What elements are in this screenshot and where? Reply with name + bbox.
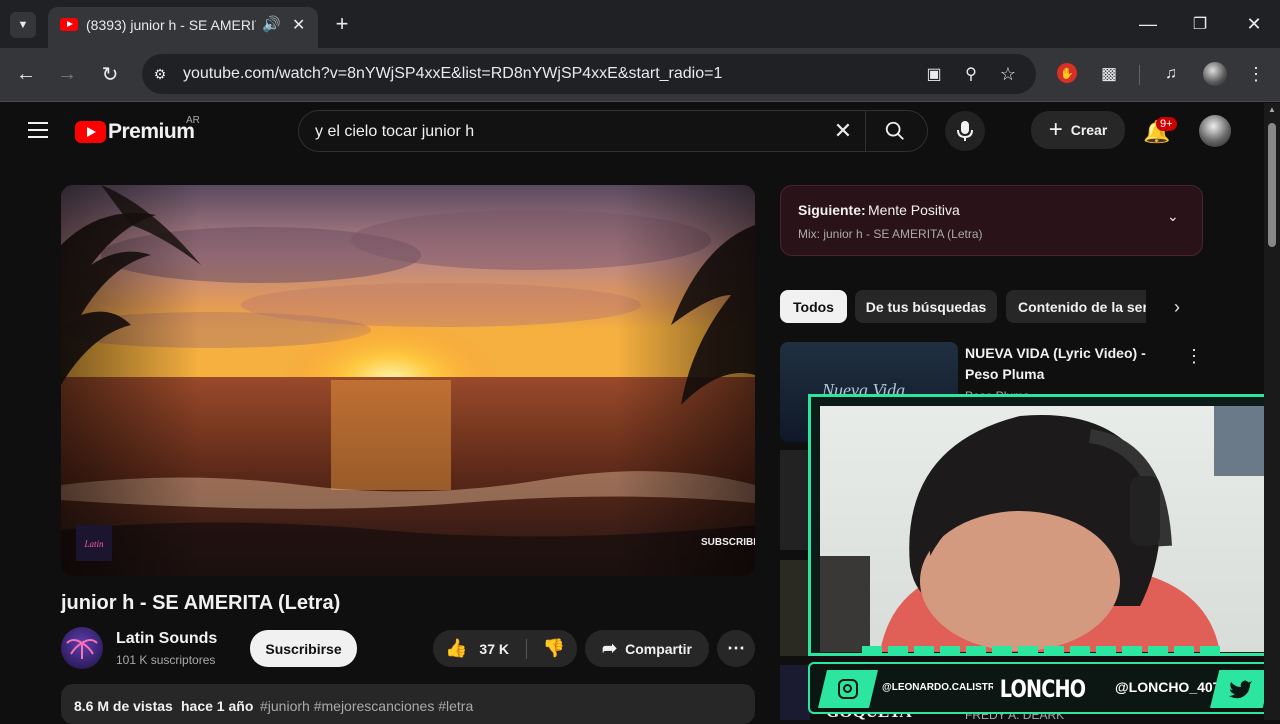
clear-search-icon[interactable]: ✕ xyxy=(831,118,855,143)
zoom-icon[interactable]: ⚲ xyxy=(959,62,983,86)
streamer-name: LONCHO xyxy=(1000,675,1086,703)
new-tab-icon[interactable]: + xyxy=(330,11,354,36)
avatar[interactable] xyxy=(1199,115,1231,147)
youtube-logo-icon xyxy=(75,121,106,143)
page-scrollbar[interactable]: ▲ xyxy=(1264,103,1280,720)
description-box[interactable]: 8.6 M de vistas hace 1 año #juniorh #mej… xyxy=(61,684,755,724)
webcam-feed xyxy=(820,406,1266,652)
more-actions-button[interactable]: ⋯ xyxy=(717,630,755,667)
close-window-icon[interactable]: ✕ xyxy=(1242,12,1266,36)
browser-tab[interactable]: (8393) junior h - SE AMERITA (Letra) 🔊 ✕ xyxy=(48,7,318,48)
video-menu-kebab-icon[interactable]: ⋮ xyxy=(1184,344,1204,368)
view-count: 8.6 M de vistas xyxy=(74,698,173,714)
forward-icon[interactable]: → xyxy=(55,62,79,86)
youtube-premium-logo[interactable]: Premium AR xyxy=(75,115,215,144)
thumbs-down-icon: 👎 xyxy=(542,638,566,658)
audio-playing-icon[interactable]: 🔊 xyxy=(262,15,281,33)
search-icon[interactable] xyxy=(883,119,907,143)
tab-strip: ▼ (8393) junior h - SE AMERITA (Letra) 🔊… xyxy=(0,0,1280,48)
address-bar[interactable]: ⚙ youtube.com/watch?v=8nYWjSP4xxE&list=R… xyxy=(142,54,1036,94)
close-tab-icon[interactable]: ✕ xyxy=(292,15,305,35)
scroll-up-icon[interactable]: ▲ xyxy=(1268,105,1276,114)
chip-series[interactable]: Contenido de la ser xyxy=(1006,290,1146,323)
chevron-down-icon: ▼ xyxy=(17,19,29,31)
minimize-icon[interactable]: — xyxy=(1136,12,1160,36)
dislike-button[interactable]: 👎 xyxy=(531,630,577,667)
hamburger-menu-icon[interactable] xyxy=(28,122,48,138)
recommended-title-line1[interactable]: NUEVA VIDA (Lyric Video) - xyxy=(965,345,1146,361)
restore-icon[interactable]: ❐ xyxy=(1188,12,1212,36)
share-label: Compartir xyxy=(625,640,692,657)
create-button[interactable]: + Crear xyxy=(1031,111,1125,149)
hashtags[interactable]: #juniorh #mejorescanciones #letra xyxy=(260,698,473,714)
search-input[interactable]: y el cielo tocar junior h xyxy=(315,123,474,141)
more-horizontal-icon: ⋯ xyxy=(727,638,745,658)
twitter-handle: @LONCHO_407 xyxy=(1115,679,1221,695)
logo-text: Premium xyxy=(108,120,195,143)
site-info-icon[interactable]: ⚙ xyxy=(148,62,172,86)
next-label: Siguiente: xyxy=(798,202,866,218)
back-icon[interactable]: ← xyxy=(14,62,38,86)
channel-name[interactable]: Latin Sounds xyxy=(116,630,217,648)
share-button[interactable]: ➦ Compartir xyxy=(585,630,709,667)
subscribe-watermark[interactable]: SUBSCRIBE xyxy=(701,537,755,548)
recommended-thumbnail-partial-3[interactable] xyxy=(780,665,810,720)
url-text[interactable]: youtube.com/watch?v=8nYWjSP4xxE&list=RD8… xyxy=(183,65,722,83)
mix-title: Mix: junior h - SE AMERITA (Letra) xyxy=(798,227,983,241)
install-app-icon[interactable]: ▣ xyxy=(922,62,946,86)
reload-icon[interactable]: ↻ xyxy=(98,62,122,86)
toolbar-divider xyxy=(1139,65,1140,85)
mix-playlist-header[interactable]: Siguiente: Mente Positiva Mix: junior h … xyxy=(780,185,1203,256)
video-player[interactable]: Latin SUBSCRIBE xyxy=(61,185,755,576)
chip-all[interactable]: Todos xyxy=(780,290,847,323)
twitter-icon xyxy=(1210,670,1272,708)
thumbs-up-icon: 👍 xyxy=(445,638,468,658)
recommended-title-line2[interactable]: Peso Pluma xyxy=(965,366,1044,382)
instagram-icon xyxy=(818,670,878,708)
like-divider xyxy=(526,639,527,659)
profile-avatar[interactable] xyxy=(1203,62,1227,86)
notifications-button[interactable]: 🔔 9+ xyxy=(1143,117,1177,145)
video-title: junior h - SE AMERITA (Letra) xyxy=(61,592,341,614)
extension-hand-icon[interactable]: ✋ xyxy=(1057,63,1077,83)
recommended-thumbnail-partial-2[interactable] xyxy=(780,560,810,656)
notification-badge: 9+ xyxy=(1156,117,1177,131)
upload-date: hace 1 año xyxy=(181,698,254,714)
menu-kebab-icon[interactable]: ⋮ xyxy=(1246,62,1266,86)
like-dislike-group: 👍 37 K 👎 xyxy=(433,630,577,667)
chip-searches[interactable]: De tus búsquedas xyxy=(855,290,997,323)
toolbar: ← → ↻ ⚙ youtube.com/watch?v=8nYWjSP4xxE&… xyxy=(0,48,1280,102)
streamer-name-box: LONCHO xyxy=(993,668,1093,710)
youtube-header: Premium AR y el cielo tocar junior h ✕ +… xyxy=(0,103,1264,159)
channel-avatar[interactable] xyxy=(61,627,103,669)
subscriber-count: 101 K suscriptores xyxy=(116,653,216,667)
bookmark-star-icon[interactable]: ☆ xyxy=(996,62,1020,86)
region-code: AR xyxy=(186,115,200,126)
subscribe-button[interactable]: Suscribirse xyxy=(250,630,357,667)
streamer-webcam-overlay: @LEONARDO.CALISTRO.12 LONCHO @LONCHO_407 xyxy=(808,394,1280,720)
like-button[interactable]: 👍 37 K xyxy=(433,630,526,667)
voice-search-icon[interactable] xyxy=(945,111,985,151)
like-count: 37 K xyxy=(479,640,509,657)
youtube-favicon-icon xyxy=(60,18,78,31)
scrollbar-thumb[interactable] xyxy=(1268,123,1276,247)
overlay-accent-stripe xyxy=(862,646,1222,654)
extensions-puzzle-icon[interactable]: ▩ xyxy=(1097,62,1121,86)
chevron-down-icon[interactable]: ⌄ xyxy=(1167,208,1179,225)
tab-search-dropdown[interactable]: ▼ xyxy=(10,12,36,38)
share-icon: ➦ xyxy=(602,638,618,658)
recommended-thumbnail-partial[interactable] xyxy=(780,450,810,550)
plus-icon: + xyxy=(1048,116,1063,143)
video-frame-sunset: Latin xyxy=(61,185,755,576)
social-bar: @LEONARDO.CALISTRO.12 LONCHO @LONCHO_407 xyxy=(808,662,1280,714)
chevron-right-icon[interactable]: › xyxy=(1165,295,1189,319)
search-box[interactable]: y el cielo tocar junior h ✕ xyxy=(298,110,928,152)
create-label: Crear xyxy=(1070,122,1108,138)
next-title: Mente Positiva xyxy=(868,202,960,218)
tab-title: (8393) junior h - SE AMERITA (Letra) xyxy=(86,17,256,33)
svg-text:Latin: Latin xyxy=(83,539,104,549)
media-control-icon[interactable]: ♫ xyxy=(1159,62,1183,86)
